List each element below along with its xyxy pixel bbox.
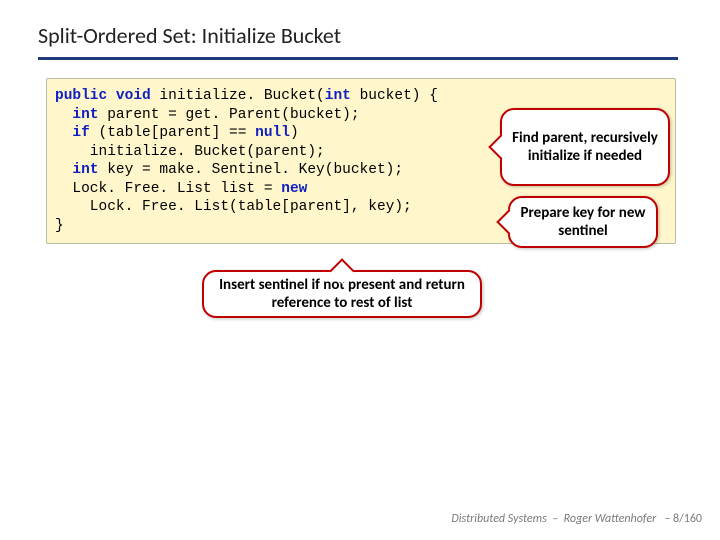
code-text: Lock. Free. List list = (55, 181, 281, 197)
code-text (55, 125, 72, 141)
callout-prepare-key: Prepare key for new sentinel (508, 196, 658, 248)
kw-public: public (55, 88, 107, 104)
callout-text: Prepare key for new sentinel (518, 204, 648, 240)
footer-sep: – (552, 512, 558, 526)
code-text: bucket) { (351, 88, 438, 104)
kw-int: int (72, 107, 98, 123)
footer-author: Roger Wattenhofer (564, 512, 657, 526)
code-text: ) (290, 125, 299, 141)
callout-text: Find parent, recursively initialize if n… (510, 129, 660, 165)
kw-int: int (325, 88, 351, 104)
title-rule (38, 57, 678, 60)
kw-null: null (255, 125, 290, 141)
code-text: key = make. Sentinel. Key(bucket); (99, 162, 404, 178)
footer: Distributed Systems – Roger Wattenhofer … (451, 512, 702, 526)
kw-if: if (72, 125, 89, 141)
kw-new: new (281, 181, 307, 197)
code-text: initialize. Bucket(parent); (55, 144, 325, 160)
callout-insert-sentinel: Insert sentinel if not present and retur… (202, 270, 482, 318)
code-text: (table[parent] == (90, 125, 255, 141)
code-text: Lock. Free. List(table[parent], key); (55, 199, 412, 215)
page-title: Split-Ordered Set: Initialize Bucket (38, 22, 690, 49)
footer-course: Distributed Systems (451, 512, 546, 526)
callout-find-parent: Find parent, recursively initialize if n… (500, 108, 670, 186)
kw-void: void (116, 88, 151, 104)
code-text: parent = get. Parent(bucket); (99, 107, 360, 123)
code-text (55, 162, 72, 178)
footer-page: – 8/160 (664, 512, 702, 526)
code-text (55, 107, 72, 123)
kw-int: int (72, 162, 98, 178)
code-text: } (55, 218, 64, 234)
code-text: initialize. Bucket( (151, 88, 325, 104)
slide: Split-Ordered Set: Initialize Bucket pub… (0, 0, 720, 540)
